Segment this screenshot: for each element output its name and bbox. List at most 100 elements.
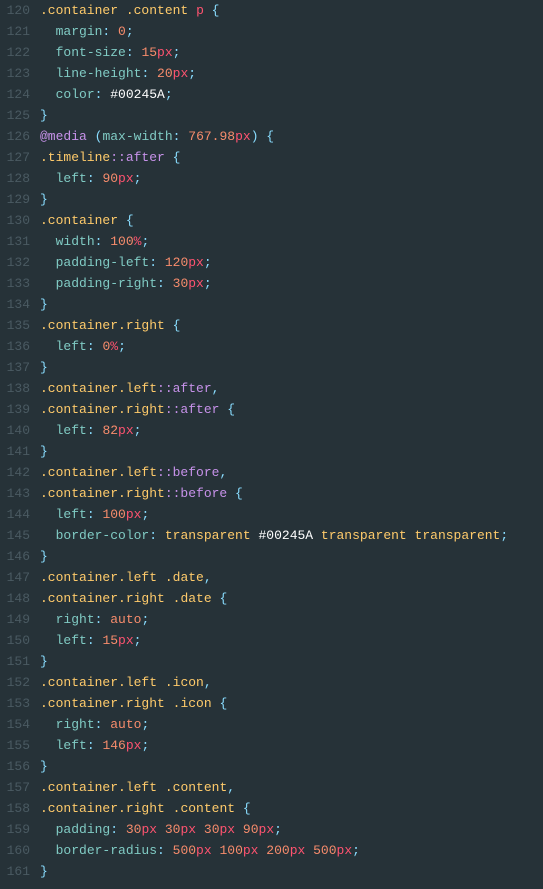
token-atcond: ) xyxy=(251,129,259,144)
code-line[interactable]: right: auto; xyxy=(40,714,543,735)
line-number: 120 xyxy=(0,0,30,21)
token-sel-class: .container xyxy=(40,465,118,480)
token-num: 30 xyxy=(173,276,189,291)
token-punct: , xyxy=(204,570,212,585)
token-prop: max-width xyxy=(102,129,172,144)
code-line[interactable]: .container.left .date, xyxy=(40,567,543,588)
token-punct xyxy=(407,528,415,543)
code-line[interactable]: .container.right .content { xyxy=(40,798,543,819)
token-unit: px xyxy=(243,843,259,858)
token-punct xyxy=(196,822,204,837)
code-line[interactable]: font-size: 15px; xyxy=(40,42,543,63)
token-punct xyxy=(40,822,56,837)
token-punct: : xyxy=(87,171,103,186)
token-color1: #00245A xyxy=(258,528,313,543)
token-sel-class: .content xyxy=(173,801,235,816)
code-line[interactable]: left: 100px; xyxy=(40,504,543,525)
code-line[interactable]: .container.right .date { xyxy=(40,588,543,609)
token-sel-pseudo: ::after xyxy=(165,402,220,417)
token-prop: left xyxy=(56,423,87,438)
token-prop: left xyxy=(56,738,87,753)
code-line[interactable]: border-radius: 500px 100px 200px 500px; xyxy=(40,840,543,861)
code-line[interactable]: left: 15px; xyxy=(40,630,543,651)
token-unit: px xyxy=(126,738,142,753)
code-line[interactable]: .container.right::before { xyxy=(40,483,543,504)
line-number: 148 xyxy=(0,588,30,609)
token-punct xyxy=(235,822,243,837)
token-sel-class: .container xyxy=(40,318,118,333)
token-num: 100 xyxy=(219,843,242,858)
code-line[interactable]: padding: 30px 30px 30px 90px; xyxy=(40,819,543,840)
token-sel-class: .right xyxy=(118,801,165,816)
code-line[interactable]: left: 146px; xyxy=(40,735,543,756)
token-prop: color xyxy=(56,87,95,102)
line-number: 142 xyxy=(0,462,30,483)
token-unit: px xyxy=(188,255,204,270)
code-editor-content[interactable]: .container .content p { margin: 0; font-… xyxy=(40,0,543,882)
code-line[interactable]: @media (max-width: 767.98px) { xyxy=(40,126,543,147)
token-punct: ; xyxy=(173,45,181,60)
token-punct: : xyxy=(157,276,173,291)
code-line[interactable]: } xyxy=(40,357,543,378)
code-line[interactable]: color: #00245A; xyxy=(40,84,543,105)
line-number: 136 xyxy=(0,336,30,357)
code-line[interactable]: } xyxy=(40,651,543,672)
code-line[interactable]: right: auto; xyxy=(40,609,543,630)
token-prop: left xyxy=(56,171,87,186)
token-punct: ; xyxy=(352,843,360,858)
code-line[interactable]: } xyxy=(40,105,543,126)
token-punct: : xyxy=(87,633,103,648)
token-sel-class: .container xyxy=(40,3,118,18)
code-line[interactable]: width: 100%; xyxy=(40,231,543,252)
token-prop: padding xyxy=(56,822,111,837)
code-line[interactable]: } xyxy=(40,441,543,462)
code-line[interactable]: padding-right: 30px; xyxy=(40,273,543,294)
code-line[interactable]: padding-left: 120px; xyxy=(40,252,543,273)
code-line[interactable]: } xyxy=(40,294,543,315)
code-line[interactable]: } xyxy=(40,546,543,567)
code-line[interactable]: border-color: transparent #00245A transp… xyxy=(40,525,543,546)
token-punct: : xyxy=(95,717,111,732)
token-sel-class: .container xyxy=(40,402,118,417)
token-punct: , xyxy=(212,381,220,396)
code-line[interactable]: .container.left::after, xyxy=(40,378,543,399)
token-num: 767.98 xyxy=(188,129,235,144)
line-number-gutter: 1201211221231241251261271281291301311321… xyxy=(0,0,40,882)
code-line[interactable]: margin: 0; xyxy=(40,21,543,42)
code-line[interactable]: .container.left .content, xyxy=(40,777,543,798)
token-punct xyxy=(165,696,173,711)
token-punct: } xyxy=(40,192,48,207)
code-line[interactable]: .container { xyxy=(40,210,543,231)
token-punct: } xyxy=(40,360,48,375)
code-line[interactable]: .container.right { xyxy=(40,315,543,336)
code-line[interactable]: } xyxy=(40,756,543,777)
token-sel-class: .left xyxy=(118,675,157,690)
token-punct: ; xyxy=(134,423,142,438)
token-kw-trans: transparent xyxy=(165,528,251,543)
code-line[interactable]: left: 90px; xyxy=(40,168,543,189)
code-line[interactable]: } xyxy=(40,861,543,882)
code-line[interactable]: .container.right .icon { xyxy=(40,693,543,714)
code-line[interactable]: } xyxy=(40,189,543,210)
token-punct: ; xyxy=(165,87,173,102)
code-line[interactable]: left: 0%; xyxy=(40,336,543,357)
token-sel-class: .container xyxy=(40,591,118,606)
code-line[interactable]: .container.left::before, xyxy=(40,462,543,483)
token-punct: ; xyxy=(204,255,212,270)
token-punct: } xyxy=(40,549,48,564)
token-punct xyxy=(40,843,56,858)
line-number: 132 xyxy=(0,252,30,273)
token-sel-class: .left xyxy=(118,465,157,480)
code-line[interactable]: .timeline::after { xyxy=(40,147,543,168)
token-punct: ; xyxy=(141,738,149,753)
code-line[interactable]: .container.right::after { xyxy=(40,399,543,420)
code-line[interactable]: left: 82px; xyxy=(40,420,543,441)
code-line[interactable]: line-height: 20px; xyxy=(40,63,543,84)
code-line[interactable]: .container .content p { xyxy=(40,0,543,21)
line-number: 152 xyxy=(0,672,30,693)
line-number: 157 xyxy=(0,777,30,798)
code-line[interactable]: .container.left .icon, xyxy=(40,672,543,693)
token-sel-class: .container xyxy=(40,675,118,690)
line-number: 154 xyxy=(0,714,30,735)
token-num: 30 xyxy=(165,822,181,837)
